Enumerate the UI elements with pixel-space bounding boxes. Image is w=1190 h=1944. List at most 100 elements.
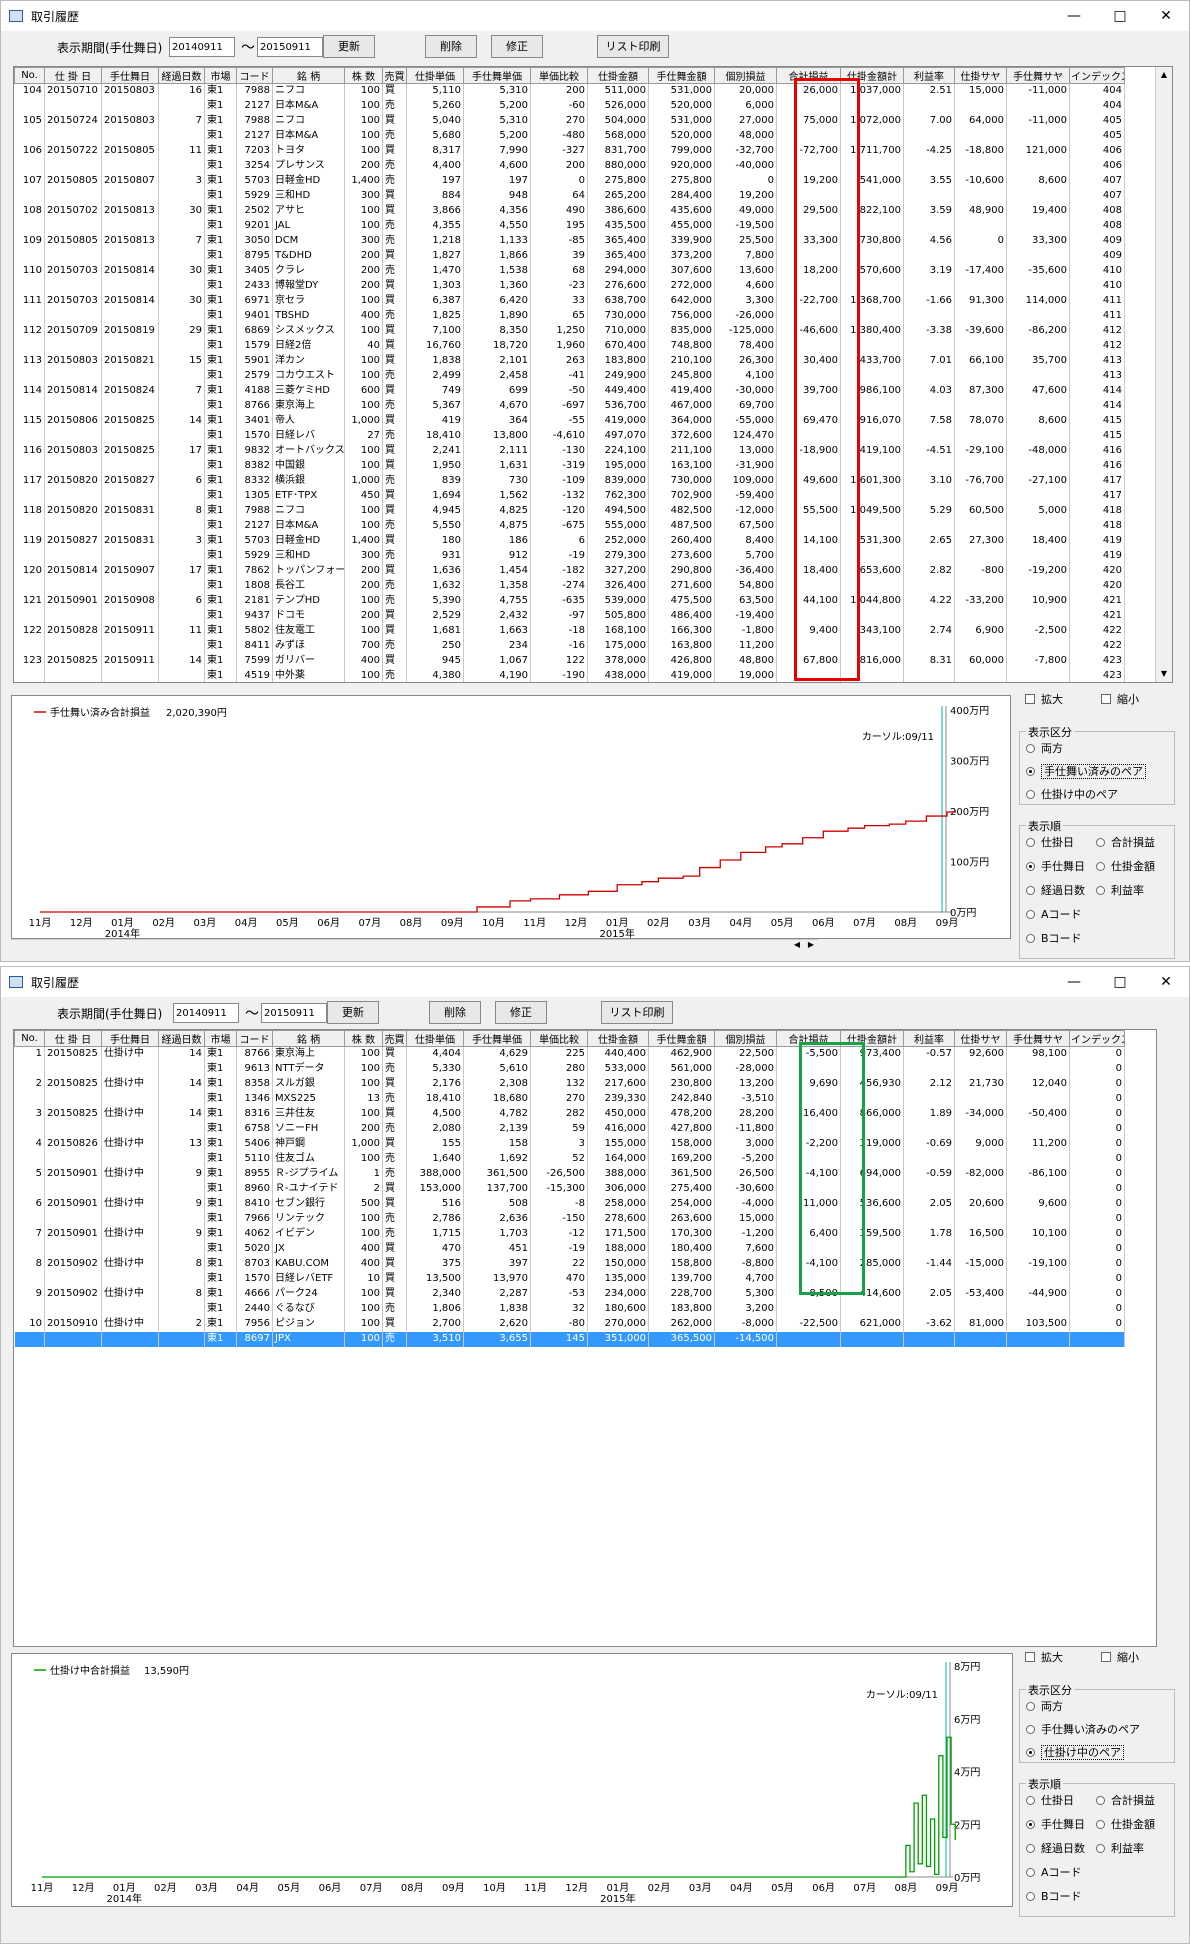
column-header[interactable]: 仕掛サヤ [954, 67, 1007, 84]
table-row[interactable]: 120 20150814 20150907 17 東1 7862 トッパンフォー 200 買 1,… [14, 563, 1125, 579]
table-row[interactable]: 119 20150827 20150831 3 東1 5703 日軽金HD 1,400 買 180… [14, 533, 1125, 549]
table-row[interactable]: 東1 5929 三和HD 300 売 931 912 -19 279,300 273,600 5,7… [14, 548, 1125, 564]
table-row[interactable]: 東1 9401 TBSHD 400 売 1,825 1,890 65 730,000 756,00… [14, 308, 1125, 324]
table-row[interactable]: 東1 8795 T&DHD 200 買 1,827 1,866 39 365,400 373,20… [14, 248, 1125, 264]
sort-order-option[interactable]: Bコード [1026, 930, 1082, 946]
column-header[interactable]: 仕掛金額計 [840, 1030, 904, 1047]
column-header[interactable]: 株 数 [344, 67, 383, 84]
display-division-option[interactable]: 仕掛け中のペア [1026, 1744, 1124, 1760]
table-row[interactable]: 東1 9613 NTTデータ 100 売 5,330 5,610 280 533,000 561,… [14, 1061, 1125, 1077]
trade-table[interactable]: No. 仕 掛 日手仕舞日 経過日数 市場 コード銘 柄株 数売買 仕掛単価 手仕舞単価 単価… [13, 66, 1173, 683]
column-header[interactable]: インデックス [1069, 67, 1125, 84]
table-row[interactable]: 110 20150703 20150814 30 東1 3405 クラレ 200 売 1,470 1… [14, 263, 1125, 279]
table-row[interactable]: 3 20150825 仕掛け中 14 東1 8316 三井住友 100 買 4,500 4,782 2… [14, 1106, 1125, 1122]
column-header[interactable]: 株 数 [344, 1030, 383, 1047]
table-row[interactable]: 東1 2440 ぐるなび 100 売 1,806 1,838 32 180,600 183,800… [14, 1301, 1125, 1317]
table-row[interactable]: 東1 8697 JPX 100 売 3,510 3,655 145 351,000 365,500… [14, 1331, 1125, 1347]
table-row[interactable]: 121 20150901 20150908 6 東1 2181 テンプHD 100 売 5,390… [14, 593, 1125, 609]
table-row[interactable]: 東1 1305 ETF･TPX 450 買 1,694 1,562 -132 762,300 70… [14, 488, 1125, 504]
table-row[interactable]: 東1 7966 リンテック 100 売 2,786 2,636 -150 278,600 263,… [14, 1211, 1125, 1227]
sort-order-option[interactable]: Bコード [1026, 1888, 1082, 1904]
table-row[interactable]: 109 20150805 20150813 7 東1 3050 DCM 300 売 1,218 1,… [14, 233, 1125, 249]
vertical-scrollbar[interactable]: ▲ ▼ [1155, 67, 1172, 682]
table-row[interactable]: 東1 1808 長谷工 200 売 1,632 1,358 -274 326,400 271,60… [14, 578, 1125, 594]
delete-button[interactable]: 削除 [429, 1001, 481, 1024]
table-row[interactable]: 111 20150703 20150814 30 東1 6971 京セラ 100 買 6,387 6… [14, 293, 1125, 309]
sort-order-option[interactable]: Aコード [1026, 1864, 1082, 1880]
column-header[interactable]: 経過日数 [158, 67, 205, 84]
table-row[interactable]: 東1 1346 MXS225 13 売 18,410 18,680 270 239,330 242… [14, 1091, 1125, 1107]
sort-order-option[interactable]: 合計損益 [1096, 1792, 1155, 1808]
chart-horizontal-scrollbar[interactable]: ▶ ◀ [11, 939, 818, 953]
sort-order-option[interactable]: 仕掛金額 [1096, 1816, 1155, 1832]
column-header[interactable]: 仕掛金額 [587, 1030, 649, 1047]
column-header[interactable]: 利益率 [903, 67, 955, 84]
maximize-icon[interactable]: □ [1097, 967, 1143, 997]
table-row[interactable]: 114 20150814 20150824 7 東1 4188 三菱ケミHD 600 買 749 6… [14, 383, 1125, 399]
table-row[interactable]: 4 20150826 仕掛け中 13 東1 5406 神戸鋼 1,000 買 155 158 3 155… [14, 1136, 1125, 1152]
scroll-up-icon[interactable]: ▲ [1156, 67, 1172, 83]
column-header[interactable]: No. [14, 67, 45, 84]
table-row[interactable]: 8 20150902 仕掛け中 8 東1 8703 KABU.COM 400 買 375 397 22… [14, 1256, 1125, 1272]
column-header[interactable]: 売買 [382, 1030, 407, 1047]
table-row[interactable]: 108 20150702 20150813 30 東1 2502 アサヒ 100 買 3,866 4… [14, 203, 1125, 219]
column-header[interactable]: 手仕舞日 [101, 67, 159, 84]
sort-order-option[interactable]: 経過日数 [1026, 882, 1085, 898]
sort-order-option[interactable]: 仕掛日 [1026, 1792, 1074, 1808]
table-row[interactable]: 117 20150820 20150827 6 東1 8332 横浜銀 1,000 売 839 73… [14, 473, 1125, 489]
period-to-input[interactable] [257, 37, 323, 57]
table-row[interactable]: 東1 6758 ソニーFH 200 売 2,080 2,139 59 416,000 427,80… [14, 1121, 1125, 1137]
sort-order-option[interactable]: 仕掛日 [1026, 834, 1074, 850]
table-row[interactable]: 東1 9201 JAL 100 売 4,355 4,550 195 435,500 455,000… [14, 218, 1125, 234]
display-division-option[interactable]: 両方 [1026, 740, 1063, 756]
table-row[interactable]: 東1 8766 東京海上 100 売 5,367 4,670 -697 536,700 467,0… [14, 398, 1125, 414]
table-row[interactable]: 10 20150910 仕掛け中 2 東1 7956 ピジョン 100 買 2,700 2,620-… [14, 1316, 1125, 1332]
table-row[interactable]: 7 20150901 仕掛け中 9 東1 4062 イビデン 100 売 1,715 1,703 -1… [14, 1226, 1125, 1242]
table-row[interactable]: 104 20150710 20150803 16 東1 7988 ニフコ 100 買 5,110 5… [14, 83, 1125, 99]
column-header[interactable]: 単価比較 [530, 1030, 588, 1047]
sort-order-option[interactable]: Aコード [1026, 906, 1082, 922]
zoom-out-checkbox[interactable]: 縮小 [1101, 1649, 1139, 1665]
table-row[interactable]: 113 20150803 20150821 15 東1 5901 洋カン 100 買 1,838 2… [14, 353, 1125, 369]
table-row[interactable]: 東1 4519 中外薬 100 売 4,380 4,190 -190 438,000 419,00… [14, 668, 1125, 682]
table-row[interactable]: 東1 2579 コカウエスト 100 売 2,499 2,458 -41 249,900 245,… [14, 368, 1125, 384]
edit-button[interactable]: 修正 [491, 35, 543, 58]
column-header[interactable]: 利益率 [903, 1030, 955, 1047]
table-row[interactable]: 6 20150901 仕掛け中 9 東1 8410 セブン銀行 500 買 516 508 -8 258… [14, 1196, 1125, 1212]
table-row[interactable]: 1 20150825 仕掛け中 14 東1 8766 東京海上 100 買 4,404 4,629 2… [14, 1046, 1125, 1062]
table-row[interactable]: 東1 2127 日本M&A 100 売 5,680 5,200 -480 568,000 520,… [14, 128, 1125, 144]
period-to-input[interactable] [261, 1003, 327, 1023]
refresh-button[interactable]: 更新 [327, 1001, 379, 1024]
table-row[interactable]: 東1 1579 日経2倍 40 買 16,760 18,720 1,960 670,400 748… [14, 338, 1125, 354]
table-row[interactable]: 東1 1570 日経レバ 27 売 18,410 13,800 -4,610 497,070 37… [14, 428, 1125, 444]
table-row[interactable]: 東1 5929 三和HD 300 買 884 948 64 265,200 284,400 19,2… [14, 188, 1125, 204]
column-header[interactable]: No. [14, 1030, 45, 1047]
column-header[interactable]: 単価比較 [530, 67, 588, 84]
column-header[interactable]: 仕掛金額 [587, 67, 649, 84]
column-header[interactable]: 銘 柄 [272, 1030, 345, 1047]
column-header[interactable]: 個別損益 [714, 67, 777, 84]
table-row[interactable]: 東1 5110 住友ゴム 100 売 1,640 1,692 52 164,000 169,200… [14, 1151, 1125, 1167]
column-header[interactable]: 合計損益 [776, 67, 841, 84]
column-header[interactable]: 仕掛単価 [406, 67, 464, 84]
print-list-button[interactable]: リスト印刷 [601, 1001, 673, 1024]
zoom-in-checkbox[interactable]: 拡大 [1025, 691, 1063, 707]
column-header[interactable]: インデックス [1069, 1030, 1125, 1047]
zoom-in-checkbox[interactable]: 拡大 [1025, 1649, 1063, 1665]
column-header[interactable]: 仕掛単価 [406, 1030, 464, 1047]
table-row[interactable]: 東1 5020 JX 400 買 470 451 -19 188,000 180,400 7,600… [14, 1241, 1125, 1257]
column-header[interactable]: コード [236, 1030, 273, 1047]
sort-order-option[interactable]: 利益率 [1096, 882, 1144, 898]
trade-table[interactable]: No. 仕 掛 日手仕舞日 経過日数 市場 コード銘 柄株 数売買 仕掛単価 手仕舞単価 単価… [13, 1029, 1157, 1647]
table-row[interactable]: 123 20150825 20150911 14 東1 7599 ガリバー 400 買 945 1,… [14, 653, 1125, 669]
table-row[interactable]: 東1 8960 Ｒ-ユナイテド 2 買 153,000 137,700 -15,300 306,… [14, 1181, 1125, 1197]
table-row[interactable]: 東1 3254 プレサンス 200 売 4,400 4,600 200 880,000 920,0… [14, 158, 1125, 174]
column-header[interactable]: 手仕舞サヤ [1006, 1030, 1070, 1047]
scroll-right-icon[interactable]: ▶ [804, 940, 818, 949]
table-row[interactable]: 東1 8411 みずほ 700 売 250 234 -16 175,000 163,800 11,2… [14, 638, 1125, 654]
table-row[interactable]: 5 20150901 仕掛け中 9 東1 8955 Ｒ-ジプライム 1 売 388,000 361,… [14, 1166, 1125, 1182]
table-row[interactable]: 2 20150825 仕掛け中 14 東1 8358 スルガ銀 100 買 2,176 2,308 1… [14, 1076, 1125, 1092]
period-from-input[interactable] [169, 37, 235, 57]
table-row[interactable]: 122 20150828 20150911 11 東1 5802 住友電工 100 買 1,681… [14, 623, 1125, 639]
close-icon[interactable]: ✕ [1143, 1, 1189, 31]
